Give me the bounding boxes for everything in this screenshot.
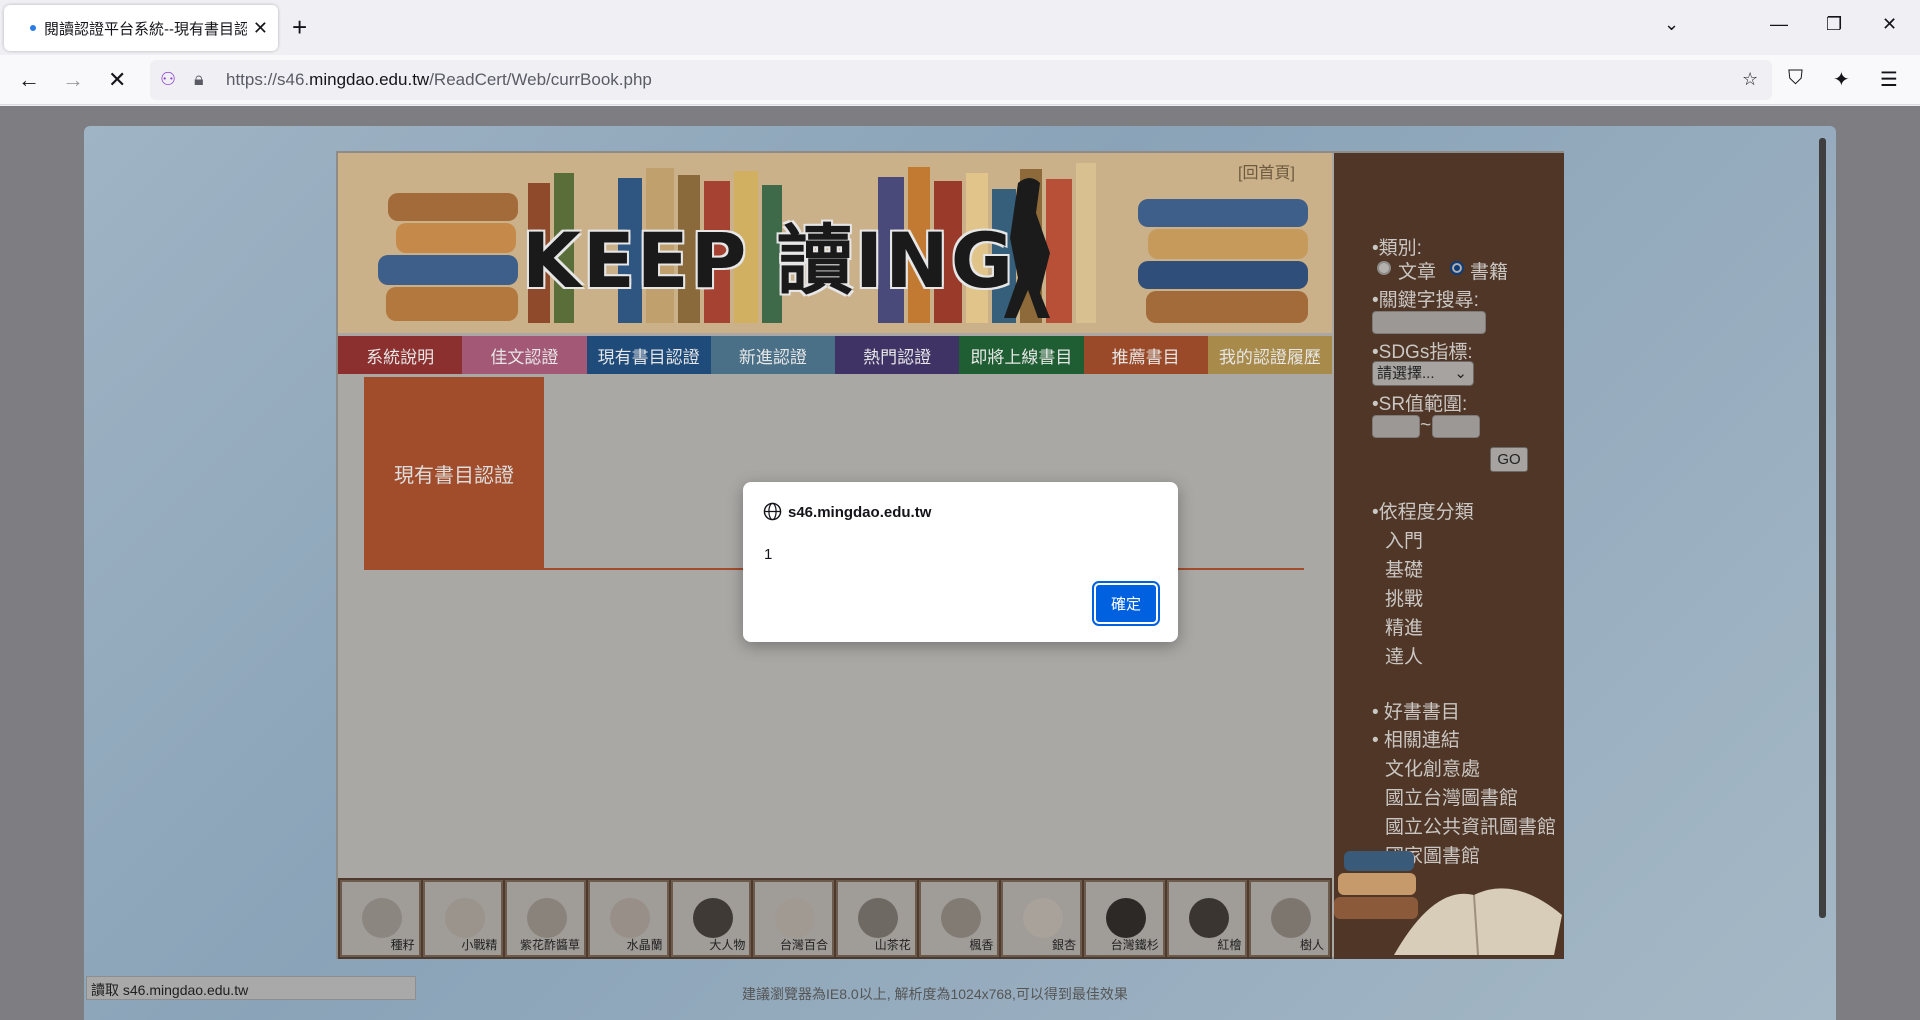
close-window-button[interactable]: ✕ — [1882, 14, 1897, 35]
menu-item[interactable]: 我的認證履歷 — [1207, 336, 1332, 374]
loading-indicator-icon — [30, 25, 36, 31]
sdgs-select[interactable]: 請選擇... ⌄ — [1372, 361, 1474, 386]
site-banner: KEEP 讀ING [回首頁] — [338, 153, 1332, 333]
radio-article[interactable] — [1377, 261, 1391, 275]
tab-list-chevron-icon[interactable]: ⌄ — [1664, 14, 1679, 35]
menu-item[interactable]: 熱門認證 — [835, 336, 960, 374]
plant-tile[interactable]: 台灣百合 — [753, 880, 835, 957]
plant-name: 種籽 — [390, 938, 415, 952]
plant-name: 樹人 — [1300, 938, 1325, 952]
plant-tile[interactable]: 紫花酢醬草 — [505, 880, 587, 957]
lock-icon[interactable]: 🔒︎ — [194, 69, 204, 90]
related-links-header: • 相關連結 — [1372, 730, 1460, 751]
status-bar: 讀取 s46.mingdao.edu.tw — [86, 976, 416, 1000]
close-tab-icon[interactable]: ✕ — [253, 18, 268, 39]
restore-button[interactable]: ❐ — [1826, 14, 1842, 35]
plant-tile[interactable]: 山茶花 — [836, 880, 917, 957]
browser-tab[interactable]: 閱讀認證平台系統--現有書目認證 ✕ — [4, 5, 278, 51]
plant-name: 紫花酢醬草 — [520, 938, 581, 952]
banner-logo-title: KEEP 讀ING — [522, 216, 1016, 305]
site-permissions-icon[interactable]: ⚇ — [160, 69, 176, 90]
keyword-label: •關鍵字搜尋: — [1372, 290, 1479, 311]
related-link[interactable]: 國立台灣圖書館 — [1385, 783, 1518, 810]
tab-title: 閱讀認證平台系統--現有書目認證 — [44, 20, 247, 38]
sr-label: •SR值範圍: — [1372, 394, 1468, 415]
extensions-icon[interactable]: ✦ — [1833, 67, 1850, 92]
plant-tile[interactable]: 小戰精 — [422, 880, 504, 957]
plant-name: 水晶蘭 — [626, 938, 663, 952]
level-link[interactable]: 達人 — [1385, 642, 1423, 669]
level-link[interactable]: 入門 — [1385, 526, 1423, 553]
dialog-origin: s46.mingdao.edu.tw — [788, 504, 932, 521]
tab-strip: 閱讀認證平台系統--現有書目認證 ✕ + ⌄ — ❐ ✕ — [0, 0, 1920, 55]
menu-item[interactable]: 系統說明 — [338, 336, 463, 374]
menu-icon[interactable]: ☰ — [1880, 67, 1898, 92]
shield-icon[interactable]: ⛉ — [1788, 67, 1803, 90]
minimize-button[interactable]: — — [1770, 14, 1788, 35]
level-link[interactable]: 精進 — [1385, 613, 1423, 640]
plant-strip: 種籽 小戰精 紫花酢醬草 水晶蘭 大人物 台灣百合 山茶花 楓香 銀杏 台灣鐵杉 紅檜 樹人 — [338, 878, 1332, 959]
sidebar: •類別: 文章 書籍 •關鍵字搜尋: •SDGs指標: 請選擇... ⌄ •SR值… — [1334, 153, 1564, 959]
plant-tile[interactable]: 種籽 — [340, 880, 421, 957]
plant-name: 紅檜 — [1217, 938, 1242, 952]
forward-button[interactable]: → — [62, 67, 84, 93]
radio-book-label: 書籍 — [1470, 262, 1509, 283]
globe-icon — [763, 502, 782, 521]
plant-tile[interactable]: 水晶蘭 — [588, 880, 669, 957]
plant-name: 楓香 — [969, 938, 994, 952]
menu-item[interactable]: 現有書目認證 — [586, 336, 711, 374]
plant-tile[interactable]: 楓香 — [918, 880, 1000, 957]
dialog-message: 1 — [764, 546, 773, 563]
open-book-illustration — [1334, 851, 1562, 956]
section-label: 現有書目認證 — [364, 377, 544, 570]
menu-item[interactable]: 即將上線書目 — [959, 336, 1084, 374]
sr-separator: ~ — [1420, 415, 1432, 436]
related-link[interactable]: 文化創意處 — [1385, 754, 1480, 781]
radio-article-label: 文章 — [1398, 262, 1437, 283]
level-link[interactable]: 挑戰 — [1385, 584, 1423, 611]
category-label: •類別: — [1372, 238, 1422, 259]
radio-book[interactable] — [1450, 261, 1464, 275]
page-scrollbar[interactable] — [1816, 128, 1828, 928]
sr-max-input[interactable] — [1432, 415, 1480, 438]
sdgs-label: •SDGs指標: — [1372, 342, 1473, 363]
level-header: •依程度分類 — [1372, 502, 1474, 523]
plant-tile[interactable]: 紅檜 — [1166, 880, 1248, 957]
plant-name: 大人物 — [709, 938, 746, 952]
plant-tile[interactable]: 台灣鐵杉 — [1084, 880, 1165, 957]
address-bar[interactable]: ⚇ 🔒︎ https://s46.mingdao.edu.tw/ReadCert… — [150, 60, 1772, 100]
keyword-input[interactable] — [1372, 311, 1486, 334]
plant-name: 台灣鐵杉 — [1110, 938, 1159, 952]
main-menu: 系統說明 佳文認證 現有書目認證 新進認證 熱門認證 即將上線書目 推薦書目 我的認證履歷 — [338, 336, 1332, 374]
level-link[interactable]: 基礎 — [1385, 555, 1423, 582]
ok-button[interactable]: 確定 — [1092, 581, 1160, 626]
alert-dialog: s46.mingdao.edu.tw 1 確定 — [743, 482, 1178, 642]
menu-item[interactable]: 推薦書目 — [1083, 336, 1208, 374]
back-button[interactable]: ← — [18, 67, 40, 93]
footer-note: 建議瀏覽器為IE8.0以上, 解析度為1024x768,可以得到最佳效果 — [742, 986, 1128, 1002]
plant-tile[interactable]: 銀杏 — [1001, 880, 1083, 957]
chevron-down-icon: ⌄ — [1454, 365, 1467, 382]
navigation-toolbar: ← → ✕ ⚇ 🔒︎ https://s46.mingdao.edu.tw/Re… — [0, 55, 1920, 105]
go-button[interactable]: GO — [1490, 447, 1528, 472]
menu-item[interactable]: 新進認證 — [710, 336, 835, 374]
plant-name: 銀杏 — [1052, 938, 1077, 952]
scrollbar-thumb[interactable] — [1819, 138, 1826, 918]
bookmark-star-icon[interactable]: ☆ — [1742, 69, 1758, 90]
home-link[interactable]: [回首頁] — [1238, 159, 1295, 183]
sr-min-input[interactable] — [1372, 415, 1420, 438]
stop-loading-button[interactable]: ✕ — [108, 67, 126, 93]
plant-name: 山茶花 — [874, 938, 911, 952]
url-text[interactable]: https://s46.mingdao.edu.tw/ReadCert/Web/… — [226, 70, 652, 90]
good-books-link[interactable]: • 好書書目 — [1372, 697, 1460, 724]
related-link[interactable]: 國立公共資訊圖書館 — [1385, 812, 1556, 839]
plant-tile[interactable]: 樹人 — [1249, 880, 1331, 957]
plant-tile[interactable]: 大人物 — [670, 880, 752, 957]
plant-name: 小戰精 — [461, 938, 498, 952]
plant-name: 台灣百合 — [780, 938, 829, 952]
menu-item[interactable]: 佳文認證 — [462, 336, 587, 374]
new-tab-button[interactable]: + — [292, 12, 307, 42]
